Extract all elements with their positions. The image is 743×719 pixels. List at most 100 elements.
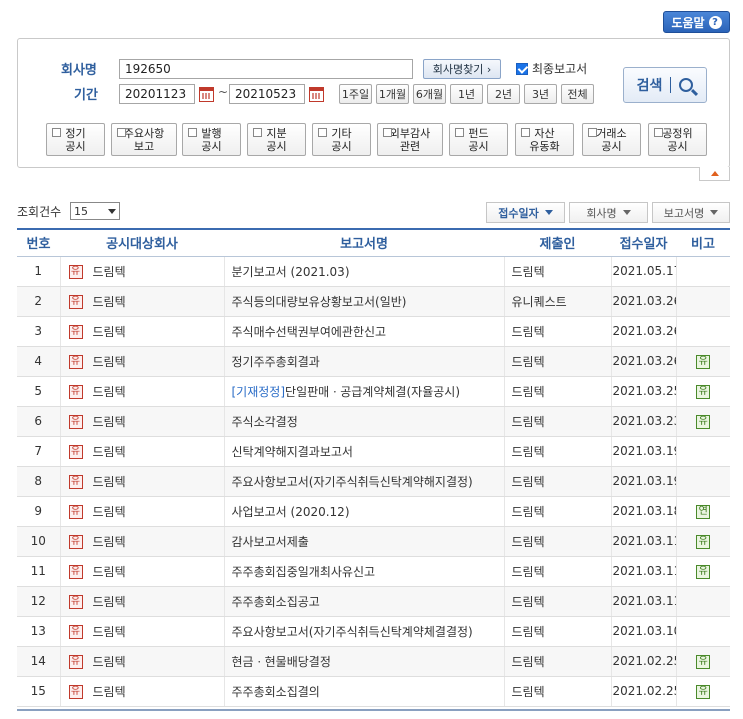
period-1month-button[interactable]: 1개월 <box>376 84 409 104</box>
period-2year-button[interactable]: 2년 <box>487 84 520 104</box>
checkbox-icon[interactable] <box>521 128 530 137</box>
category-other-button[interactable]: 기타 공시 <box>312 123 371 156</box>
company-link[interactable]: 드림텍 <box>93 445 126 459</box>
report-link[interactable]: 단일판매ㆍ공급계약체결(자율공시) <box>285 385 460 399</box>
sort-company-button[interactable]: 회사명 <box>569 202 648 223</box>
report-link[interactable]: 주주총회소집결의 <box>232 685 320 699</box>
calendar-icon[interactable] <box>199 87 214 102</box>
company-cell: 유 드림텍 <box>59 586 224 617</box>
checkbox-icon[interactable] <box>52 128 61 137</box>
checkbox-icon[interactable] <box>455 128 464 137</box>
checkbox-icon[interactable] <box>188 128 197 137</box>
sort-date-button[interactable]: 접수일자 <box>486 202 565 223</box>
company-link[interactable]: 드림텍 <box>93 565 126 579</box>
search-label: 검색 <box>636 78 663 94</box>
company-link[interactable]: 드림텍 <box>93 505 126 519</box>
report-link[interactable]: 주요사항보고서(자기주식취득신탁계약체결결정) <box>232 625 473 639</box>
table-row[interactable]: 5 유 드림텍 [기재정정]단일판매ㆍ공급계약체결(자율공시) 드림텍 2021.03.2… <box>17 376 730 407</box>
report-link[interactable]: 감사보고서제출 <box>232 535 309 549</box>
company-link[interactable]: 드림텍 <box>93 385 126 399</box>
company-link[interactable]: 드림텍 <box>93 595 126 609</box>
company-link[interactable]: 드림텍 <box>93 685 126 699</box>
report-link[interactable]: 주식소각결정 <box>232 415 298 429</box>
company-cell: 유 드림텍 <box>59 526 224 557</box>
company-link[interactable]: 드림텍 <box>93 355 126 369</box>
category-issue-button[interactable]: 발행 공시 <box>182 123 241 156</box>
search-button[interactable]: 검색 <box>623 67 707 103</box>
table-row[interactable]: 7 유 드림텍 신탁계약해지결과보고서 드림텍 2021.03.19 <box>17 436 730 467</box>
company-link[interactable]: 드림텍 <box>93 415 126 429</box>
table-row[interactable]: 14 유 드림텍 현금ㆍ현물배당결정 드림텍 2021.02.25 유 <box>17 646 730 677</box>
category-fund-button[interactable]: 펀드 공시 <box>449 123 508 156</box>
count-select[interactable]: 15 <box>70 202 120 220</box>
company-input[interactable]: 192650 <box>119 59 413 79</box>
report-link[interactable]: 주주총회집중일개최사유신고 <box>232 565 376 579</box>
company-link[interactable]: 드림텍 <box>93 475 126 489</box>
checkbox-icon[interactable] <box>318 128 327 137</box>
report-link[interactable]: 분기보고서 (2021.03) <box>232 265 350 279</box>
help-button[interactable]: 도움말 ? <box>663 11 730 33</box>
report-link[interactable]: 주식등의대량보유상황보고서(일반) <box>232 295 407 309</box>
company-cell: 유 드림텍 <box>59 496 224 527</box>
table-row[interactable]: 3 유 드림텍 주식매수선택권부여에관한신고 드림텍 2021.03.26 <box>17 316 730 347</box>
period-all-button[interactable]: 전체 <box>561 84 594 104</box>
count-label: 조회건수 <box>17 205 62 219</box>
category-label: 정기 공시 <box>65 126 86 153</box>
checkbox-icon[interactable] <box>516 62 528 75</box>
table-row[interactable]: 9 유 드림텍 사업보고서 (2020.12) 드림텍 2021.03.18 연 <box>17 496 730 527</box>
company-link[interactable]: 드림텍 <box>93 325 126 339</box>
period-1week-button[interactable]: 1주일 <box>339 84 372 104</box>
table-row[interactable]: 11 유 드림텍 주주총회집중일개최사유신고 드림텍 2021.03.11 유 <box>17 556 730 587</box>
collapse-button[interactable] <box>699 167 730 181</box>
end-date-input[interactable]: 20210523 <box>229 84 305 104</box>
checkbox-icon[interactable] <box>588 128 597 137</box>
date-cell: 2021.03.26 <box>610 316 676 347</box>
company-link[interactable]: 드림텍 <box>93 655 126 669</box>
company-link[interactable]: 드림텍 <box>93 295 126 309</box>
note-cell: 연 <box>675 496 730 527</box>
checkbox-icon[interactable] <box>654 128 663 137</box>
checkbox-icon[interactable] <box>253 128 262 137</box>
market-badge: 유 <box>68 265 83 279</box>
report-link[interactable]: 정기주주총회결과 <box>232 355 320 369</box>
category-major-button[interactable]: 주요사항 보고 <box>111 123 177 156</box>
table-row[interactable]: 6 유 드림텍 주식소각결정 드림텍 2021.03.23 유 <box>17 406 730 437</box>
report-link[interactable]: 주주총회소집공고 <box>232 595 320 609</box>
period-6month-button[interactable]: 6개월 <box>413 84 446 104</box>
start-date-input[interactable]: 20201123 <box>119 84 195 104</box>
company-link[interactable]: 드림텍 <box>93 265 126 279</box>
table-row[interactable]: 2 유 드림텍 주식등의대량보유상황보고서(일반) 유니퀘스트 2021.03.26 <box>17 286 730 317</box>
report-link[interactable]: 주식매수선택권부여에관한신고 <box>232 325 387 339</box>
table-row[interactable]: 13 유 드림텍 주요사항보고서(자기주식취득신탁계약체결결정) 드림텍 2021.03.… <box>17 616 730 647</box>
search-icon <box>679 78 694 92</box>
period-1year-button[interactable]: 1년 <box>450 84 483 104</box>
table-row[interactable]: 10 유 드림텍 감사보고서제출 드림텍 2021.03.11 유 <box>17 526 730 557</box>
category-exchange-button[interactable]: 거래소 공시 <box>582 123 641 156</box>
report-link[interactable]: 신탁계약해지결과보고서 <box>232 445 353 459</box>
category-audit-button[interactable]: 외부감사 관련 <box>377 123 443 156</box>
checkbox-icon[interactable] <box>117 128 126 137</box>
checkbox-icon[interactable] <box>383 128 392 137</box>
category-regular-button[interactable]: 정기 공시 <box>46 123 105 156</box>
table-row[interactable]: 4 유 드림텍 정기주주총회결과 드림텍 2021.03.26 유 <box>17 346 730 377</box>
calendar-icon[interactable] <box>309 87 324 102</box>
table-row[interactable]: 8 유 드림텍 주요사항보고서(자기주식취득신탁계약해지결정) 드림텍 2021.03.1… <box>17 466 730 497</box>
company-link[interactable]: 드림텍 <box>93 625 126 639</box>
report-link[interactable]: 주요사항보고서(자기주식취득신탁계약해지결정) <box>232 475 473 489</box>
period-3year-button[interactable]: 3년 <box>524 84 557 104</box>
report-link[interactable]: 사업보고서 (2020.12) <box>232 505 350 519</box>
header-company: 공시대상회사 <box>60 229 224 257</box>
category-ftc-button[interactable]: 공정위 공시 <box>648 123 707 156</box>
table-row[interactable]: 15 유 드림텍 주주총회소집결의 드림텍 2021.02.25 유 <box>17 676 730 707</box>
table-row[interactable]: 1 유 드림텍 분기보고서 (2021.03) 드림텍 2021.05.17 <box>17 256 730 287</box>
company-link[interactable]: 드림텍 <box>93 535 126 549</box>
header-note: 비고 <box>676 229 730 257</box>
report-link[interactable]: 현금ㆍ현물배당결정 <box>232 655 331 669</box>
sort-label: 보고서명 <box>663 206 705 220</box>
category-abs-button[interactable]: 자산 유동화 <box>515 123 574 156</box>
sort-report-button[interactable]: 보고서명 <box>652 202 730 223</box>
table-row[interactable]: 12 유 드림텍 주주총회소집공고 드림텍 2021.03.11 <box>17 586 730 617</box>
find-company-button[interactable]: 회사명찾기 › <box>423 59 501 79</box>
category-equity-button[interactable]: 지분 공시 <box>247 123 306 156</box>
final-report-checkbox[interactable]: 최종보고서 <box>516 60 587 77</box>
